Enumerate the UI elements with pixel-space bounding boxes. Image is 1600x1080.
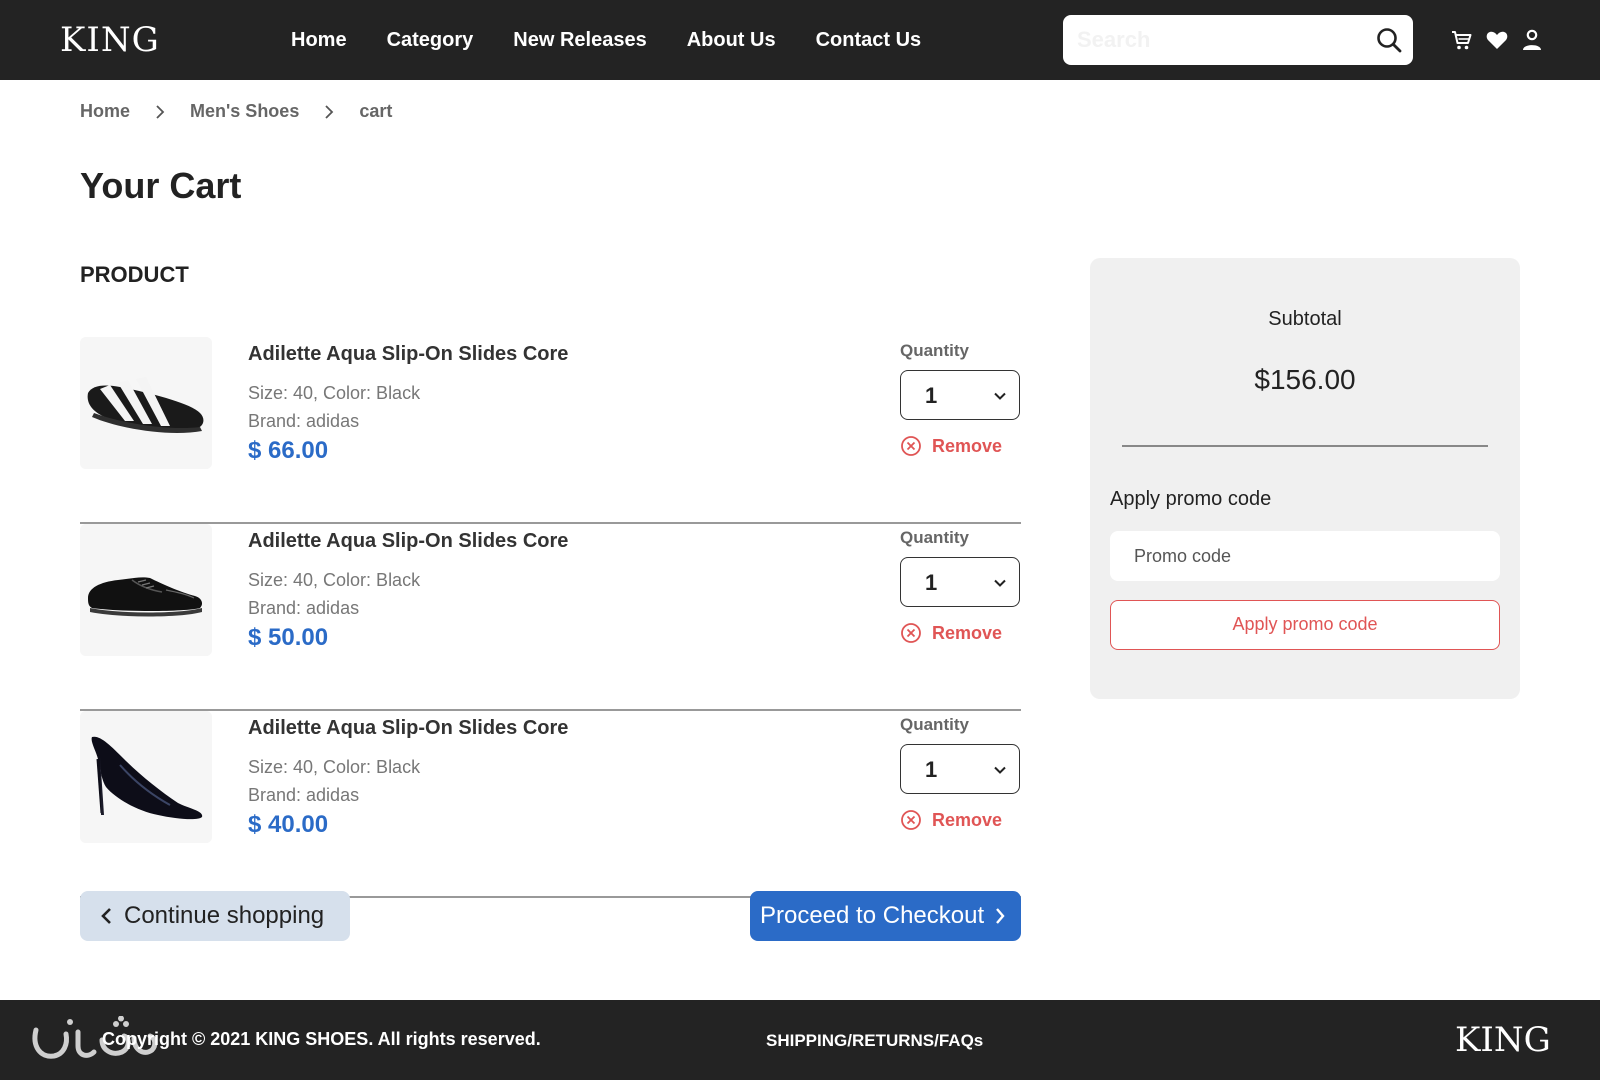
- remove-circle-icon: [901, 436, 921, 456]
- product-image-slide-sandal[interactable]: [80, 337, 212, 469]
- chevron-down-icon: [994, 392, 1006, 400]
- footer-shipping-link[interactable]: SHIPPING/RETURNS/FAQs: [766, 1031, 983, 1051]
- chevron-left-icon: [101, 908, 111, 924]
- cart-item: Adilette Aqua Slip-On Slides Core Size: …: [80, 524, 1021, 711]
- chevron-down-icon: [994, 766, 1006, 774]
- page-title: Your Cart: [80, 165, 242, 206]
- user-icon[interactable]: [1520, 28, 1544, 52]
- footer-logo[interactable]: KING: [1455, 1020, 1551, 1060]
- product-name[interactable]: Adilette Aqua Slip-On Slides Core: [248, 717, 568, 740]
- chevron-down-icon: [994, 579, 1006, 587]
- continue-shopping-label: Continue shopping: [124, 902, 325, 929]
- quantity-select[interactable]: 1: [900, 370, 1020, 420]
- promo-code-input[interactable]: [1110, 531, 1500, 581]
- continue-shopping-button[interactable]: Continue shopping: [80, 891, 350, 941]
- quantity-value: 1: [925, 383, 938, 408]
- product-price: $ 50.00: [248, 624, 329, 651]
- breadcrumb-cart: cart: [359, 101, 393, 121]
- main-nav: Home Category New Releases About Us Cont…: [291, 0, 961, 80]
- product-image-high-heel[interactable]: [80, 711, 212, 843]
- footer: Copyright © 2021 KING SHOES. All rights …: [0, 1000, 1600, 1080]
- remove-item-button[interactable]: Remove: [900, 622, 1002, 644]
- cart-item: Adilette Aqua Slip-On Slides Core Size: …: [80, 337, 1021, 524]
- breadcrumb-home[interactable]: Home: [80, 101, 130, 122]
- apply-promo-button[interactable]: Apply promo code: [1110, 600, 1500, 650]
- search-box: [1063, 15, 1413, 65]
- remove-item-button[interactable]: Remove: [900, 435, 1002, 457]
- nav-new-releases[interactable]: New Releases: [513, 29, 646, 52]
- product-name[interactable]: Adilette Aqua Slip-On Slides Core: [248, 343, 568, 366]
- product-brand: Brand: adidas: [248, 598, 360, 618]
- checkout-label: Proceed to Checkout: [760, 902, 985, 929]
- search-icon[interactable]: [1375, 26, 1403, 54]
- chevron-right-icon: [156, 104, 165, 119]
- quantity-value: 1: [925, 570, 938, 595]
- remove-label: Remove: [932, 435, 1003, 456]
- nav-category[interactable]: Category: [387, 29, 474, 52]
- remove-circle-icon: [901, 623, 921, 643]
- remove-item-button[interactable]: Remove: [900, 809, 1002, 831]
- breadcrumb-mens-shoes[interactable]: Men's Shoes: [190, 101, 299, 122]
- product-name[interactable]: Adilette Aqua Slip-On Slides Core: [248, 530, 568, 553]
- product-image-oxford-shoe[interactable]: [80, 524, 212, 656]
- heart-icon[interactable]: [1485, 28, 1509, 52]
- nav-contact-us[interactable]: Contact Us: [816, 29, 922, 52]
- product-price: $ 40.00: [248, 811, 329, 838]
- site-logo[interactable]: KING: [60, 20, 160, 60]
- quantity-value: 1: [925, 757, 938, 782]
- cart-item: Adilette Aqua Slip-On Slides Core Size: …: [80, 711, 1021, 898]
- promo-code-heading: Apply promo code: [1110, 488, 1272, 510]
- remove-circle-icon: [901, 810, 921, 830]
- chevron-right-icon: [325, 104, 334, 119]
- breadcrumb: Home Men's Shoes cart: [80, 101, 392, 122]
- product-size-color: Size: 40, Color: Black: [248, 757, 421, 777]
- proceed-to-checkout-button[interactable]: Proceed to Checkout: [750, 891, 1021, 941]
- search-input[interactable]: [1077, 15, 1367, 65]
- product-size-color: Size: 40, Color: Black: [248, 383, 421, 403]
- subtotal-label: Subtotal: [1268, 308, 1342, 330]
- quantity-label: Quantity: [900, 528, 969, 547]
- quantity-select[interactable]: 1: [900, 557, 1020, 607]
- remove-label: Remove: [932, 809, 1003, 830]
- subtotal-value: $156.00: [1254, 364, 1356, 395]
- top-navbar: KING Home Category New Releases About Us…: [0, 0, 1600, 80]
- divider: [1122, 445, 1488, 447]
- quantity-label: Quantity: [900, 341, 969, 360]
- order-summary-panel: Subtotal $156.00 Apply promo code Apply …: [1090, 258, 1520, 699]
- product-size-color: Size: 40, Color: Black: [248, 570, 421, 590]
- nav-about-us[interactable]: About Us: [687, 29, 776, 52]
- product-price: $ 66.00: [248, 437, 329, 464]
- chevron-right-icon: [996, 908, 1005, 924]
- copyright-text: Copyright © 2021 KING SHOES. All rights …: [102, 1029, 541, 1049]
- nav-home[interactable]: Home: [291, 29, 347, 52]
- cart-icon[interactable]: [1450, 28, 1474, 52]
- quantity-label: Quantity: [900, 715, 969, 734]
- product-brand: Brand: adidas: [248, 785, 360, 805]
- quantity-select[interactable]: 1: [900, 744, 1020, 794]
- product-brand: Brand: adidas: [248, 411, 360, 431]
- remove-label: Remove: [932, 622, 1003, 643]
- product-column-header: PRODUCT: [80, 262, 189, 287]
